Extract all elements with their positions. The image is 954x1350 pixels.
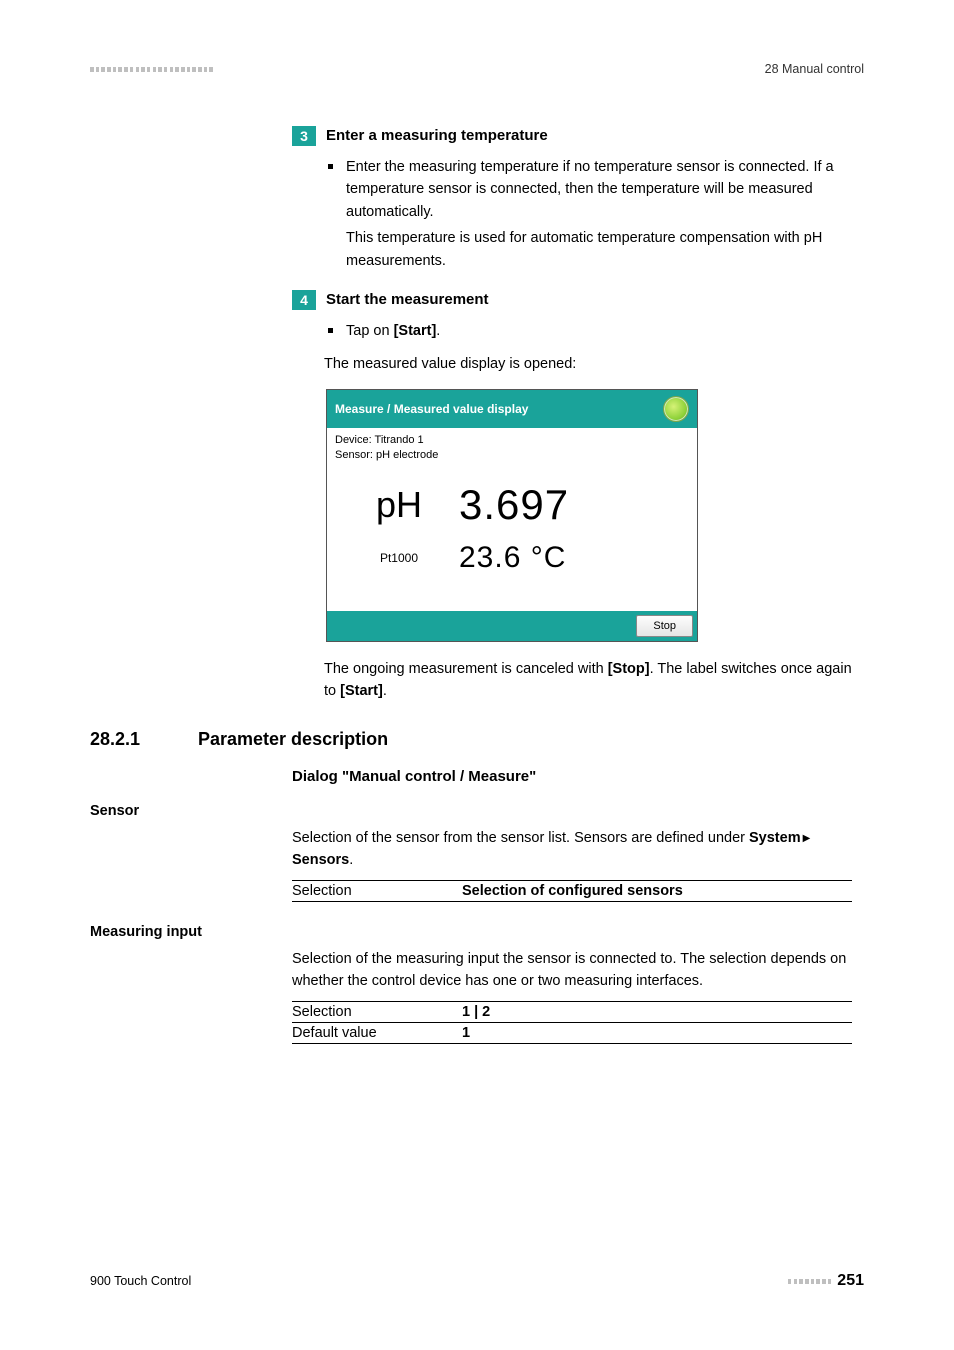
footer-dotted-rule <box>788 1279 831 1284</box>
step-3-bullet: Enter the measuring temperature if no te… <box>326 156 864 223</box>
param-measuring-input-name: Measuring input <box>90 924 864 940</box>
status-indicator-icon <box>663 396 689 422</box>
dialog-title: Measure / Measured value display <box>335 402 528 416</box>
mi-selection-value: 1 | 2 <box>462 1004 852 1020</box>
mi-selection-label: Selection <box>292 1004 462 1020</box>
temperature-value: 23.6 °C <box>459 541 566 575</box>
step-4-after: The measured value display is opened: <box>324 353 864 375</box>
step-4-text-pre: Tap on <box>346 323 394 339</box>
page-number: 251 <box>837 1272 864 1290</box>
section-number: 28.2.1 <box>90 729 198 750</box>
device-line: Device: Titrando 1 <box>335 433 689 448</box>
footer-product: 900 Touch Control <box>90 1274 191 1288</box>
param-sensor-text-d: . <box>349 852 353 868</box>
breadcrumb-arrow-icon: ▶ <box>803 831 811 847</box>
mi-default-value: 1 <box>462 1025 852 1041</box>
after-device-seg-e: . <box>383 683 387 699</box>
step-title-3: Enter a measuring temperature <box>326 126 548 146</box>
step-title-4: Start the measurement <box>326 290 489 310</box>
ph-value: 3.697 <box>459 481 569 529</box>
stop-button[interactable]: Stop <box>636 615 693 637</box>
step-3-subtext: This temperature is used for automatic t… <box>346 227 864 272</box>
param-measuring-input-text: Selection of the measuring input the sen… <box>292 948 864 993</box>
step-4-text-post: . <box>436 323 440 339</box>
after-device-text: The ongoing measurement is canceled with… <box>324 658 864 703</box>
header-dotted-rule <box>90 67 213 72</box>
step-4-bullet: Tap on [Start]. <box>326 320 864 342</box>
sensor-line: Sensor: pH electrode <box>335 448 689 463</box>
dialog-heading: Dialog "Manual control / Measure" <box>292 768 864 785</box>
step-number-3: 3 <box>292 126 316 146</box>
system-ref: System <box>749 830 801 846</box>
mi-default-label: Default value <box>292 1025 462 1041</box>
sensors-ref: Sensors <box>292 852 349 868</box>
start-button-ref-2: [Start] <box>340 683 383 699</box>
ph-label: pH <box>339 484 459 526</box>
stop-button-ref: [Stop] <box>608 661 650 677</box>
param-sensor-text: Selection of the sensor from the sensor … <box>292 827 864 872</box>
section-title: Parameter description <box>198 729 388 750</box>
header-chapter: 28 Manual control <box>765 62 864 76</box>
sensor-selection-label: Selection <box>292 883 462 899</box>
pt1000-label: Pt1000 <box>339 551 459 565</box>
step-number-4: 4 <box>292 290 316 310</box>
start-button-ref: [Start] <box>394 323 437 339</box>
measured-value-display-dialog: Measure / Measured value display Device:… <box>326 389 698 642</box>
after-device-seg-a: The ongoing measurement is canceled with <box>324 661 608 677</box>
param-sensor-text-a: Selection of the sensor from the sensor … <box>292 830 749 846</box>
sensor-selection-value: Selection of configured sensors <box>462 883 852 899</box>
param-sensor-name: Sensor <box>90 803 864 819</box>
